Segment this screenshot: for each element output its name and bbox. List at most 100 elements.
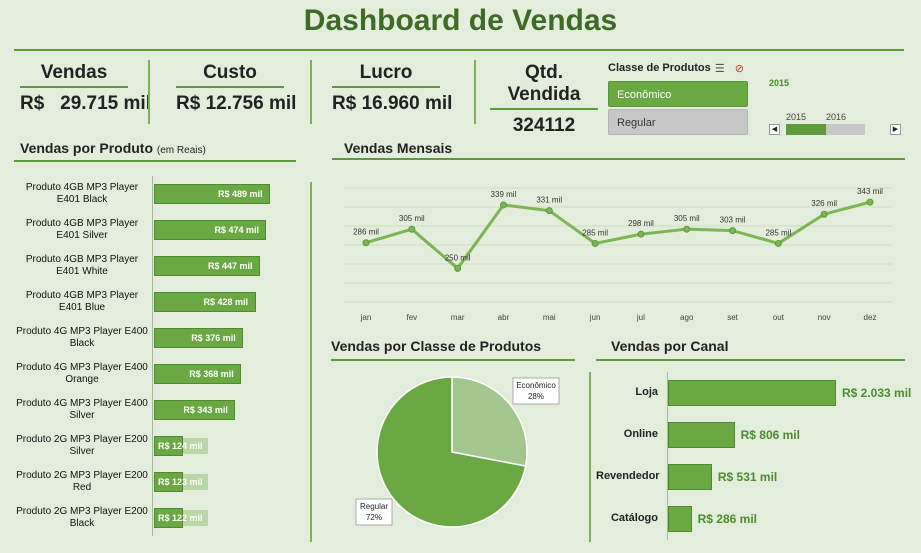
pie-category-label: Econômico	[516, 381, 556, 390]
kpi-divider	[474, 60, 476, 124]
kpi-vendas: Vendas R$ 29.715 mil	[20, 62, 151, 115]
produtos-bar-chart: Produto 4GB MP3 Player E401 Black R$ 489 …	[14, 176, 304, 536]
canal-bar[interactable]	[668, 380, 836, 406]
line-point[interactable]	[499, 201, 507, 209]
produto-label: Produto 2G MP3 Player E200 Red	[16, 470, 148, 493]
kpi-underline	[176, 86, 284, 88]
produto-label: Produto 4GB MP3 Player E401 Blue	[25, 290, 139, 313]
kpi-value: R$ 12.756 mil	[176, 93, 297, 114]
line-data-label: 305 mil	[674, 214, 700, 223]
line-data-label: 303 mil	[720, 216, 746, 225]
line-data-label: 250 mil	[445, 253, 471, 262]
timeline-prev-button[interactable]: ◀	[769, 124, 780, 135]
kpi-qtd: Qtd. Vendida 324112	[490, 62, 598, 137]
canal-category-label: Revendedor	[596, 470, 660, 482]
line-data-label: 343 mil	[857, 187, 883, 196]
section-title-text: Vendas por Produto	[20, 140, 154, 156]
x-tick-label: jul	[636, 313, 645, 322]
section-title-canal: Vendas por Canal	[611, 338, 729, 354]
slicer-option-economico[interactable]: Econômico	[608, 81, 748, 107]
produto-value-label: R$ 122 mil	[158, 513, 203, 523]
vendas-line	[365, 200, 871, 271]
kpi-lucro: Lucro R$ 16.960 mil	[332, 62, 453, 115]
kpi-underline	[20, 86, 128, 88]
canal-value-label: R$ 286 mil	[697, 512, 757, 526]
line-data-label: 326 mil	[811, 199, 837, 208]
produtos-axis-line	[152, 176, 153, 536]
kpi-underline	[332, 86, 440, 88]
canal-bar[interactable]	[668, 422, 735, 448]
line-point[interactable]	[637, 230, 645, 238]
x-tick-label: jan	[360, 313, 372, 322]
section-title-classe: Vendas por Classe de Produtos	[331, 338, 542, 354]
x-tick-label: jun	[589, 313, 601, 322]
produto-value-label: R$ 368 mil	[189, 369, 234, 379]
kpi-label: Custo	[203, 62, 257, 83]
line-data-label: 285 mil	[765, 228, 791, 237]
section-underline	[331, 359, 575, 361]
x-tick-label: nov	[818, 313, 831, 322]
section-divider	[310, 182, 312, 542]
canal-bar[interactable]	[668, 464, 712, 490]
line-point[interactable]	[454, 264, 462, 272]
line-point[interactable]	[866, 198, 874, 206]
section-underline	[14, 160, 296, 162]
multi-select-icon[interactable]: ☰	[715, 62, 725, 75]
section-underline	[332, 158, 905, 160]
pie-category-label: Regular	[360, 502, 388, 511]
line-point[interactable]	[683, 225, 691, 233]
produto-label: Produto 4GB MP3 Player E401 White	[25, 254, 139, 277]
line-point[interactable]	[362, 239, 370, 247]
section-title-produtos: Vendas por Produto (em Reais)	[20, 140, 206, 156]
timeline-selected-year: 2015	[769, 78, 790, 88]
produto-value-label: R$ 428 mil	[203, 297, 249, 307]
line-point[interactable]	[774, 239, 782, 247]
pie-value-label: 72%	[366, 513, 382, 522]
line-point[interactable]	[408, 225, 416, 233]
canal-category-label: Catálogo	[610, 512, 658, 524]
produto-label: Produto 4G MP3 Player E400 Black	[16, 326, 148, 349]
line-data-label: 339 mil	[491, 190, 517, 199]
section-subtitle: (em Reais)	[156, 145, 206, 156]
produto-value-label: R$ 376 mil	[191, 333, 236, 343]
line-point[interactable]	[820, 210, 828, 218]
x-tick-label: out	[773, 313, 785, 322]
page-title: Dashboard de Vendas	[303, 4, 618, 37]
timeline-track[interactable]	[786, 124, 865, 135]
timeline-year-label: 2016	[826, 112, 847, 122]
vendas-mensais-line-chart: 286 mil jan 305 mil fev 250 mil mar 339 mil abr…	[344, 187, 892, 322]
slicer-option-regular[interactable]: Regular	[608, 109, 748, 135]
x-tick-label: dez	[864, 313, 877, 322]
x-tick-label: mai	[543, 313, 556, 322]
slicer-title: Classe de Produtos	[608, 62, 711, 74]
produto-label: Produto 4G MP3 Player E400 Silver	[16, 398, 148, 421]
line-point[interactable]	[729, 227, 737, 235]
classe-pie-chart: Econômico 28% Regular 72%	[355, 376, 560, 528]
kpi-divider	[148, 60, 150, 124]
pie-value-label: 28%	[528, 392, 544, 401]
canal-bar[interactable]	[668, 506, 692, 532]
line-data-label: 298 mil	[628, 219, 654, 228]
kpi-value: R$ 16.960 mil	[332, 93, 453, 114]
produto-value-label: R$ 343 mil	[183, 405, 228, 415]
line-point[interactable]	[591, 239, 599, 247]
produto-label: Produto 2G MP3 Player E200 Silver	[16, 434, 148, 457]
timeline-next-button[interactable]: ▶	[890, 124, 901, 135]
x-tick-label: fev	[406, 313, 417, 322]
canal-category-label: Online	[623, 428, 658, 440]
line-data-label: 285 mil	[582, 228, 608, 237]
kpi-value: R$ 29.715 mil	[20, 93, 151, 114]
timeline-selection[interactable]	[786, 124, 826, 135]
section-title-mensais: Vendas Mensais	[344, 140, 453, 156]
line-data-label: 331 mil	[536, 196, 562, 205]
x-tick-label: ago	[680, 313, 694, 322]
line-point[interactable]	[545, 207, 553, 215]
section-underline	[596, 359, 905, 361]
clear-filter-icon[interactable]: ⊘	[735, 62, 744, 75]
section-divider	[589, 372, 591, 542]
produto-value-label: R$ 474 mil	[214, 225, 259, 235]
line-data-label: 305 mil	[399, 214, 425, 223]
canal-value-label: R$ 806 mil	[740, 428, 800, 442]
line-data-label: 286 mil	[353, 228, 379, 237]
slicer-classe: Classe de Produtos ☰ ⊘ Econômico Regular	[608, 60, 748, 135]
